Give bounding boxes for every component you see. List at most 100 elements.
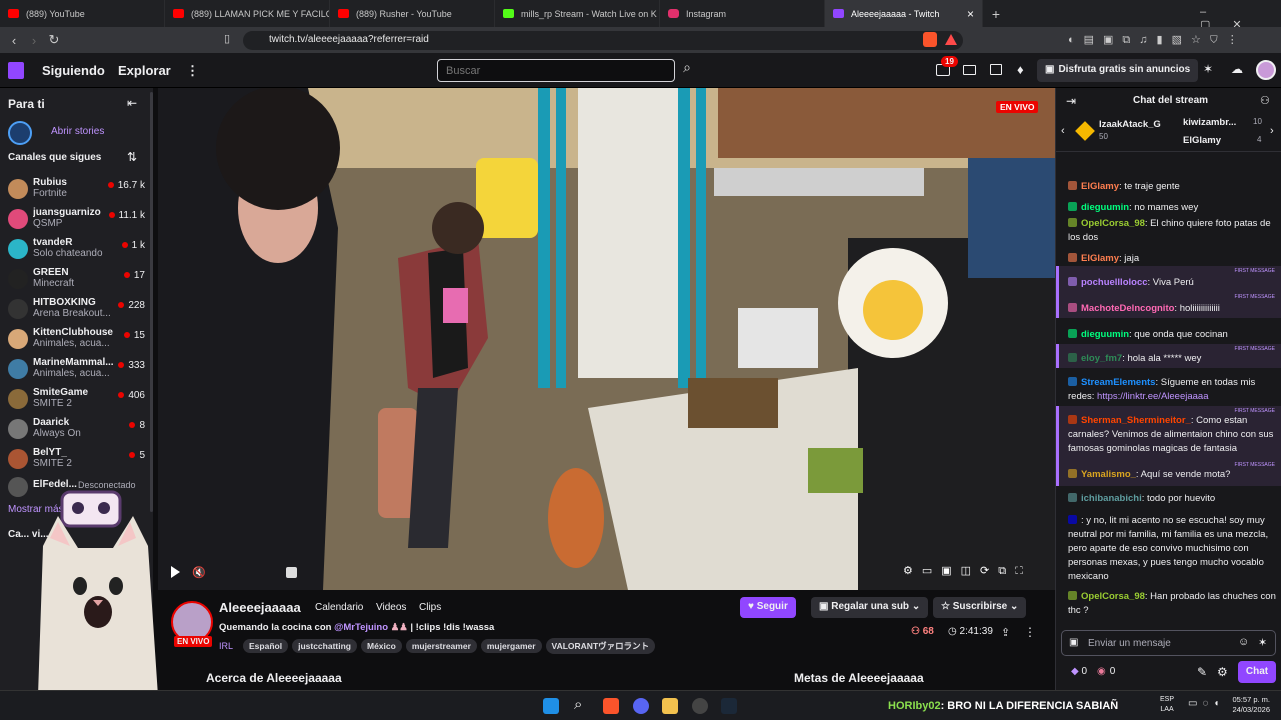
browser-tab[interactable]: (889) YouTube bbox=[0, 0, 165, 27]
subscribe-button[interactable]: ☆ Suscribirse ⌄ bbox=[933, 597, 1027, 618]
brave-shield-icon[interactable] bbox=[923, 32, 937, 47]
tag-chip[interactable]: justcchatting bbox=[292, 639, 357, 653]
cloud-icon[interactable]: ☁ bbox=[1231, 62, 1243, 76]
community-icon[interactable]: ⚇ bbox=[1260, 94, 1270, 107]
player-controls-right[interactable]: ⚙▭▣◫⟳⧉⛶ bbox=[903, 564, 1032, 578]
search-input[interactable] bbox=[437, 59, 675, 82]
leader-name[interactable]: kiwizambr... bbox=[1183, 117, 1236, 128]
tag-chip[interactable]: mujerstreamer bbox=[405, 639, 477, 653]
chat-username[interactable]: MachoteDelncognito bbox=[1081, 303, 1174, 314]
nav-following[interactable]: Siguiendo bbox=[42, 63, 105, 78]
more-options-icon[interactable]: ⋮ bbox=[1024, 625, 1036, 639]
gift-icon[interactable]: ✶ bbox=[1203, 62, 1213, 76]
sidebar-channel-item[interactable]: GREEN Minecraft 17 bbox=[8, 266, 151, 296]
collapse-sidebar-icon[interactable]: ⇤ bbox=[127, 96, 137, 110]
sidebar-channel-item[interactable]: MarineMammal... Animales, acua... 333 bbox=[8, 356, 151, 386]
tab-videos[interactable]: Videos bbox=[376, 602, 406, 613]
video-player[interactable]: EN VIVO 🔇 ⚙▭▣◫⟳⧉⛶ bbox=[158, 88, 1055, 590]
sidebar-scrollbar[interactable] bbox=[150, 92, 153, 512]
leader-name[interactable]: ElGlamy bbox=[1183, 135, 1221, 146]
chat-extension-icon[interactable]: ✶ bbox=[1258, 636, 1267, 649]
user-avatar[interactable] bbox=[1256, 60, 1276, 80]
chat-username[interactable]: OpelCorsa_98 bbox=[1081, 218, 1145, 229]
twitch-logo-icon[interactable] bbox=[8, 62, 24, 79]
chat-username[interactable]: ichibanabichi bbox=[1081, 493, 1142, 504]
url-field[interactable]: twitch.tv/aleeeejaaaaa?referrer=raid bbox=[243, 31, 963, 50]
chat-username[interactable]: dieguumin bbox=[1081, 329, 1129, 340]
chat-link[interactable]: https://linktr.ee/Aleeejaaaa bbox=[1097, 391, 1208, 402]
tab-clips[interactable]: Clips bbox=[419, 602, 441, 613]
close-tab-icon[interactable]: × bbox=[967, 7, 974, 21]
chat-username[interactable]: StreamElements bbox=[1081, 377, 1155, 388]
stories-avatar[interactable] bbox=[8, 121, 32, 145]
sidebar-channel-item[interactable]: KittenClubhouse Animales, acua... 15 bbox=[8, 326, 151, 356]
sidebar-channel-item[interactable]: Rubius Fortnite 16.7 k bbox=[8, 176, 151, 206]
sidebar-channel-item[interactable]: Daarick Always On 8 bbox=[8, 416, 151, 446]
sort-icon[interactable]: ⇅ bbox=[127, 150, 137, 164]
sidebar-channel-item[interactable]: tvandeR Solo chateando 1 k bbox=[8, 236, 151, 266]
activity-icon[interactable] bbox=[990, 64, 1002, 75]
share-icon[interactable]: ⇪ bbox=[1001, 626, 1010, 639]
chat-username[interactable]: Sherman_Shermineitor_ bbox=[1081, 415, 1191, 426]
prediction-icon[interactable]: ✎ bbox=[1197, 665, 1207, 679]
sidebar-channel-item[interactable]: juansguarnizo QSMP 11.1 k bbox=[8, 206, 151, 236]
bits-icon[interactable]: ▣ bbox=[1069, 637, 1078, 648]
follow-button[interactable]: ♥ Seguir bbox=[740, 597, 796, 618]
browser-tab[interactable]: Instagram bbox=[660, 0, 825, 27]
tray-icons[interactable]: ▭◌◖ bbox=[1188, 698, 1224, 709]
reload-icon[interactable]: ↻ bbox=[44, 32, 64, 48]
browser-tab[interactable]: (889) LLAMAN PICK ME Y FACILOTA A bbox=[165, 0, 330, 27]
chat-username[interactable]: ElGlamy bbox=[1081, 253, 1119, 264]
language-indicator[interactable]: ESP LAA bbox=[1160, 695, 1174, 715]
camera-icon[interactable] bbox=[286, 567, 297, 578]
chat-username[interactable]: pochuelllolocc bbox=[1081, 277, 1148, 288]
forward-icon[interactable]: › bbox=[24, 33, 44, 48]
tag-chip[interactable]: Español bbox=[243, 639, 289, 653]
bookmark-icon[interactable]: ▯ bbox=[224, 32, 230, 45]
tag-chip[interactable]: mujergamer bbox=[480, 639, 542, 653]
mute-icon[interactable]: 🔇 bbox=[192, 566, 206, 579]
brave-icon[interactable] bbox=[603, 698, 619, 714]
settings-icon[interactable]: ⚙ bbox=[1217, 665, 1228, 679]
emote-picker-icon[interactable]: ☺ bbox=[1238, 636, 1249, 648]
extension-icons[interactable]: ◐▤▣⧉♫▮▧☆⛉⋮ bbox=[1068, 33, 1247, 47]
open-stories-link[interactable]: Abrir stories bbox=[51, 126, 104, 137]
back-icon[interactable]: ‹ bbox=[4, 33, 24, 48]
leader-name[interactable]: IzaakAtack_G bbox=[1099, 119, 1161, 130]
new-tab-button[interactable]: + bbox=[983, 6, 1009, 22]
brave-rewards-icon[interactable] bbox=[945, 34, 957, 45]
search-icon[interactable]: ⌕ bbox=[677, 59, 697, 82]
steam-icon[interactable] bbox=[721, 698, 737, 714]
nav-more-icon[interactable]: ⋮ bbox=[186, 63, 199, 79]
chat-username[interactable]: OpelCorsa_98 bbox=[1081, 591, 1145, 602]
channel-name[interactable]: Aleeeejaaaaa bbox=[219, 600, 301, 615]
nav-browse[interactable]: Explorar bbox=[118, 63, 171, 78]
search-icon[interactable]: ⌕ bbox=[574, 696, 582, 713]
chevron-left-icon[interactable]: ‹ bbox=[1061, 125, 1065, 137]
gift-sub-button[interactable]: ▣ Regalar una sub ⌄ bbox=[811, 597, 929, 618]
send-chat-button[interactable]: Chat bbox=[1238, 661, 1276, 683]
sidebar-channel-item[interactable]: SmiteGame SMITE 2 406 bbox=[8, 386, 151, 416]
collapse-chat-icon[interactable]: ⇥ bbox=[1066, 94, 1076, 108]
chat-username[interactable]: dieguumin bbox=[1081, 202, 1129, 213]
crown-icon[interactable]: ♦ bbox=[1017, 62, 1024, 77]
tag-chip[interactable]: México bbox=[360, 639, 402, 653]
mention-link[interactable]: @MrTejuino bbox=[334, 622, 388, 633]
browser-tab[interactable]: mills_rp Stream - Watch Live on K bbox=[495, 0, 660, 27]
obs-icon[interactable] bbox=[692, 698, 708, 714]
windows-start-icon[interactable] bbox=[543, 698, 559, 714]
chat-username[interactable]: eloy_fm7 bbox=[1081, 353, 1122, 364]
browser-tab[interactable]: (889) Rusher - YouTube bbox=[330, 0, 495, 27]
chevron-right-icon[interactable]: › bbox=[1270, 125, 1274, 137]
chat-username[interactable]: Yamalismo_ bbox=[1081, 469, 1136, 480]
category-link[interactable]: IRL bbox=[219, 641, 233, 651]
play-icon[interactable] bbox=[171, 566, 180, 578]
tag-chip[interactable]: VALORANTヴァロラント bbox=[545, 638, 656, 654]
discord-icon[interactable] bbox=[633, 698, 649, 714]
chat-input[interactable]: ▣ Enviar un mensaje ☺ ✶ bbox=[1061, 630, 1276, 656]
clock[interactable]: 05:57 p. m. 24/03/2026 bbox=[1226, 695, 1270, 715]
whispers-icon[interactable] bbox=[963, 65, 976, 75]
file-explorer-icon[interactable] bbox=[662, 698, 678, 714]
sidebar-channel-item[interactable]: HITBOXKING Arena Breakout... 228 bbox=[8, 296, 151, 326]
tab-calendar[interactable]: Calendario bbox=[315, 602, 363, 613]
